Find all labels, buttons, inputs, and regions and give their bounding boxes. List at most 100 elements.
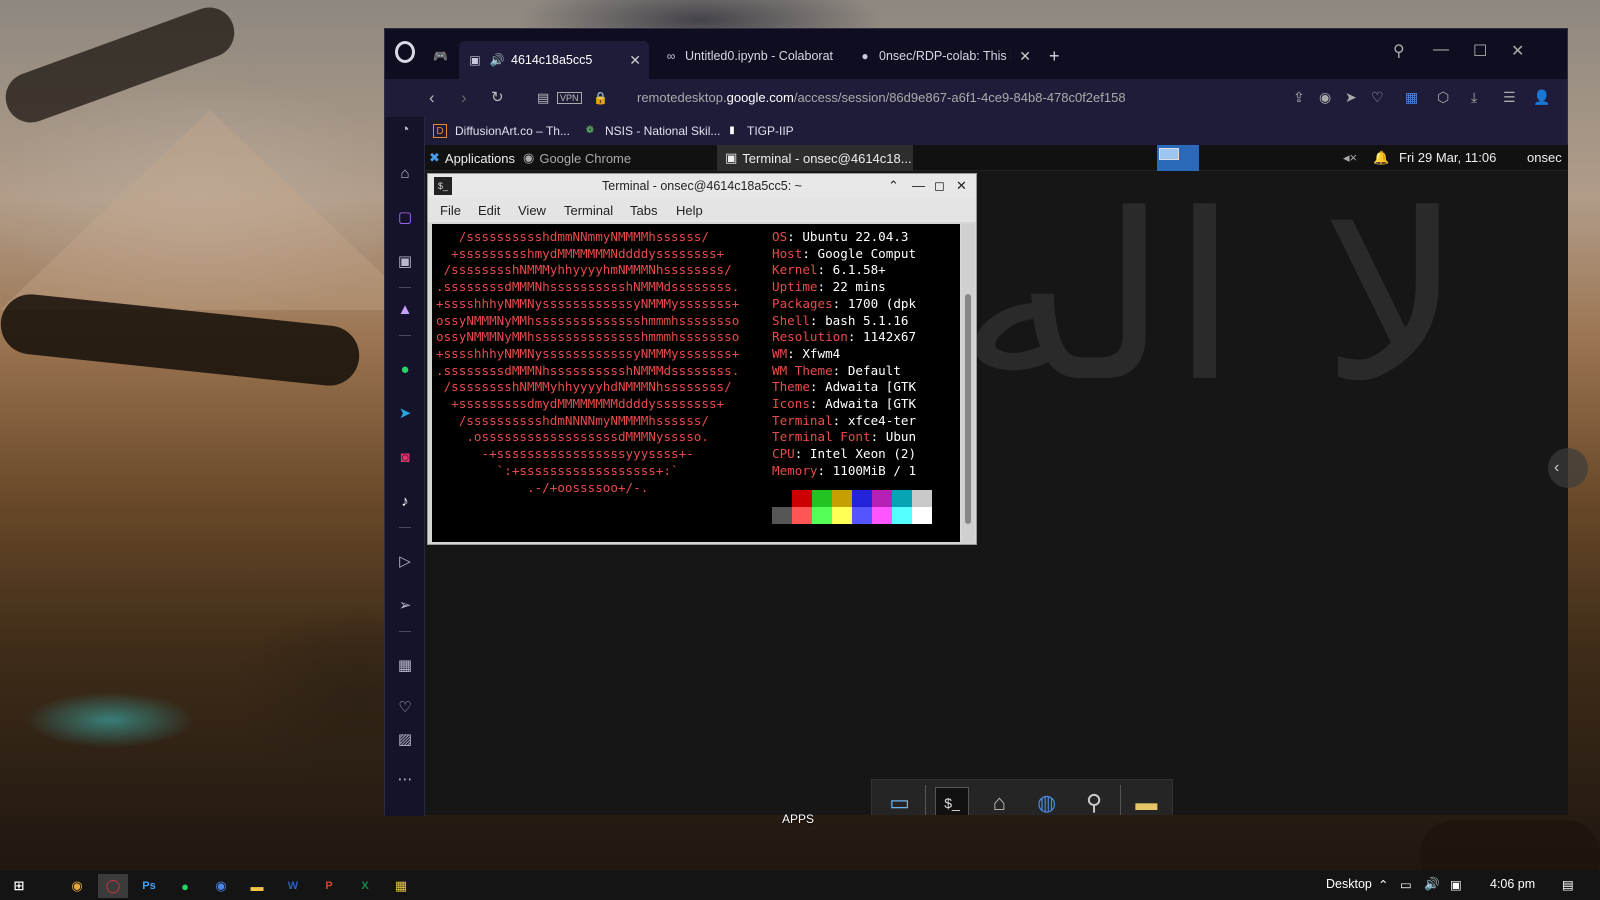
menu-view[interactable]: View xyxy=(518,203,546,218)
bookmark-diffusionart[interactable]: D DiffusionArt.co – Th... xyxy=(433,124,570,138)
send-icon[interactable]: ➤ xyxy=(1345,89,1357,106)
tiktok-icon[interactable]: ♪ xyxy=(393,489,417,513)
palette-swatch xyxy=(872,507,892,524)
chrome-alt-icon[interactable]: ◉ xyxy=(206,874,236,898)
tab-colab[interactable]: ∞ Untitled0.ipynb - Colaborat xyxy=(655,41,845,71)
palette-swatch xyxy=(792,507,812,524)
speed-dial-icon[interactable]: ◔ xyxy=(393,117,417,141)
whatsapp-icon[interactable]: ● xyxy=(393,357,417,381)
close-window-icon[interactable]: ✕ xyxy=(1511,41,1524,61)
url-field[interactable]: remotedesktop.google.com/access/session/… xyxy=(637,90,1126,105)
web-browser-icon[interactable]: ◍ xyxy=(1025,783,1068,815)
workspace-icon[interactable]: ▣ xyxy=(393,249,417,273)
maximize-icon[interactable]: ☐ xyxy=(1473,41,1487,61)
palette-swatch xyxy=(892,507,912,524)
heart-icon[interactable]: ♡ xyxy=(1371,89,1384,106)
file-explorer-icon[interactable]: ▬ xyxy=(242,874,272,898)
translate-icon[interactable]: ▦ xyxy=(1405,89,1418,106)
volume-icon[interactable]: 🔊 xyxy=(1424,877,1440,892)
chevron-up-icon[interactable]: ⌃ xyxy=(1378,877,1388,892)
collapse-handle-icon[interactable]: ‹ xyxy=(1548,448,1588,488)
opera-icon[interactable]: ◯ xyxy=(98,874,128,898)
panel-clock[interactable]: Fri 29 Mar, 11:06 xyxy=(1399,150,1496,165)
app-finder-icon[interactable]: ⚲ xyxy=(1072,783,1115,815)
tab-remote-session[interactable]: ▣ 🔊 4614c18a5cc5 ✕ xyxy=(459,41,649,79)
excel-icon[interactable]: X xyxy=(350,874,380,898)
extensions-icon[interactable]: ⬡ xyxy=(1437,89,1449,106)
forward-icon[interactable]: › xyxy=(461,88,467,108)
photoshop-icon[interactable]: Ps xyxy=(134,874,164,898)
more-icon[interactable]: ⋯ xyxy=(393,767,417,791)
folder-icon[interactable]: ▬ xyxy=(1125,783,1168,815)
apps-icon[interactable]: ▦ xyxy=(393,653,417,677)
show-desktop-icon[interactable]: ▭ xyxy=(878,783,921,815)
terminal-launcher-icon[interactable]: $_ xyxy=(935,787,969,815)
opera-logo-icon[interactable] xyxy=(395,41,415,63)
mute-icon[interactable]: ◂× xyxy=(1343,150,1357,166)
tab-github[interactable]: ● 0nsec/RDP-colab: This is fu ✕ xyxy=(849,41,1039,71)
instagram-icon[interactable]: ◙ xyxy=(393,445,417,469)
telegram-icon[interactable]: ➤ xyxy=(393,401,417,425)
send-icon[interactable]: ➢ xyxy=(393,593,417,617)
desktop-toolbar[interactable]: Desktop xyxy=(1326,877,1372,891)
menu-edit[interactable]: Edit xyxy=(478,203,500,218)
minimize-icon[interactable]: — xyxy=(1433,41,1449,59)
menu-tabs[interactable]: Tabs xyxy=(630,203,657,218)
gallery-icon[interactable]: ▨ xyxy=(393,727,417,751)
taskbar-clock[interactable]: 4:06 pm xyxy=(1490,877,1535,891)
share-icon[interactable]: ⇪ xyxy=(1293,89,1305,106)
vpn-badge[interactable]: VPN xyxy=(557,92,582,104)
minimize-icon[interactable]: — xyxy=(912,174,925,198)
easy-setup-icon[interactable]: ☰ xyxy=(1503,89,1516,106)
heart-icon[interactable]: ♡ xyxy=(393,695,417,719)
clipboard-icon[interactable]: ▤ xyxy=(537,90,549,106)
xfce-icon: ✖ xyxy=(429,150,440,165)
back-icon[interactable]: ‹ xyxy=(429,88,435,108)
new-tab-icon[interactable]: + xyxy=(1041,41,1071,71)
start-icon[interactable]: ⊞ xyxy=(4,874,34,898)
powerpoint-icon[interactable]: P xyxy=(314,874,344,898)
menu-file[interactable]: File xyxy=(440,203,461,218)
camera-icon[interactable]: ◉ xyxy=(1319,89,1331,106)
applications-menu[interactable]: ✖ Applications xyxy=(429,150,515,166)
info-line: WM Theme: Default xyxy=(772,362,901,379)
action-center-icon[interactable]: ▤ xyxy=(1562,877,1574,892)
maximize-icon[interactable]: ◻ xyxy=(934,174,945,198)
taskbar-terminal[interactable]: ▣ Terminal - onsec@4614c18... xyxy=(717,145,913,171)
menu-help[interactable]: Help xyxy=(676,203,703,218)
info-key: Memory xyxy=(772,462,818,478)
network-icon[interactable]: ▣ xyxy=(1450,877,1462,892)
menu-terminal[interactable]: Terminal xyxy=(564,203,613,218)
shade-icon[interactable]: ⌃ xyxy=(888,174,899,198)
desktop-apps-label[interactable]: APPS xyxy=(782,812,814,826)
panel-user[interactable]: onsec xyxy=(1527,150,1562,165)
aria-icon[interactable]: ▲ xyxy=(393,297,417,321)
chrome-icon[interactable]: ◉ xyxy=(62,874,92,898)
word-icon[interactable]: W xyxy=(278,874,308,898)
calendar-icon[interactable]: ▦ xyxy=(386,874,416,898)
gamepad-icon[interactable]: 🎮 xyxy=(425,41,455,71)
reload-icon[interactable]: ↻ xyxy=(491,88,504,106)
shopping-icon[interactable]: ⌂ xyxy=(393,161,417,185)
close-tab-icon[interactable]: ✕ xyxy=(1019,48,1031,65)
search-icon[interactable]: ⚲ xyxy=(1393,41,1405,61)
profile-icon[interactable]: 👤 xyxy=(1533,89,1550,106)
notification-bell-icon[interactable]: 🔔 xyxy=(1373,150,1389,166)
close-tab-icon[interactable]: ✕ xyxy=(629,52,641,69)
remote-desktop-view[interactable]: ﻻ ﺍﻟﻪ ﺍﻻ ﷲ ✖ Applications ◉ Google Chrom… xyxy=(425,145,1568,815)
bookmark-tigp[interactable]: ▮ TIGP-IIP xyxy=(725,124,793,138)
terminal-output[interactable]: /sssssssssshdmmNNmmyNMMMMhssssss/ +sssss… xyxy=(432,224,960,542)
info-value: : Ubuntu 22.04.3 xyxy=(787,229,909,244)
download-icon[interactable]: ⤓ xyxy=(1471,89,1477,106)
bookmark-nsis[interactable]: ❁ NSIS - National Skil... xyxy=(583,124,721,138)
workspace-switcher[interactable] xyxy=(1157,145,1199,171)
taskbar-chrome[interactable]: ◉ Google Chrome xyxy=(523,150,713,166)
whatsapp-icon[interactable]: ● xyxy=(170,874,200,898)
terminal-titlebar[interactable]: $_ Terminal - onsec@4614c18a5cc5: ~ ⌃ — … xyxy=(428,174,976,198)
battery-icon[interactable]: ▭ xyxy=(1400,877,1412,892)
terminal-scrollbar[interactable] xyxy=(962,224,974,542)
twitch-icon[interactable]: ▢ xyxy=(393,205,417,229)
player-icon[interactable]: ▷ xyxy=(393,549,417,573)
close-icon[interactable]: ✕ xyxy=(956,174,967,198)
home-folder-icon[interactable]: ⌂ xyxy=(978,783,1021,815)
